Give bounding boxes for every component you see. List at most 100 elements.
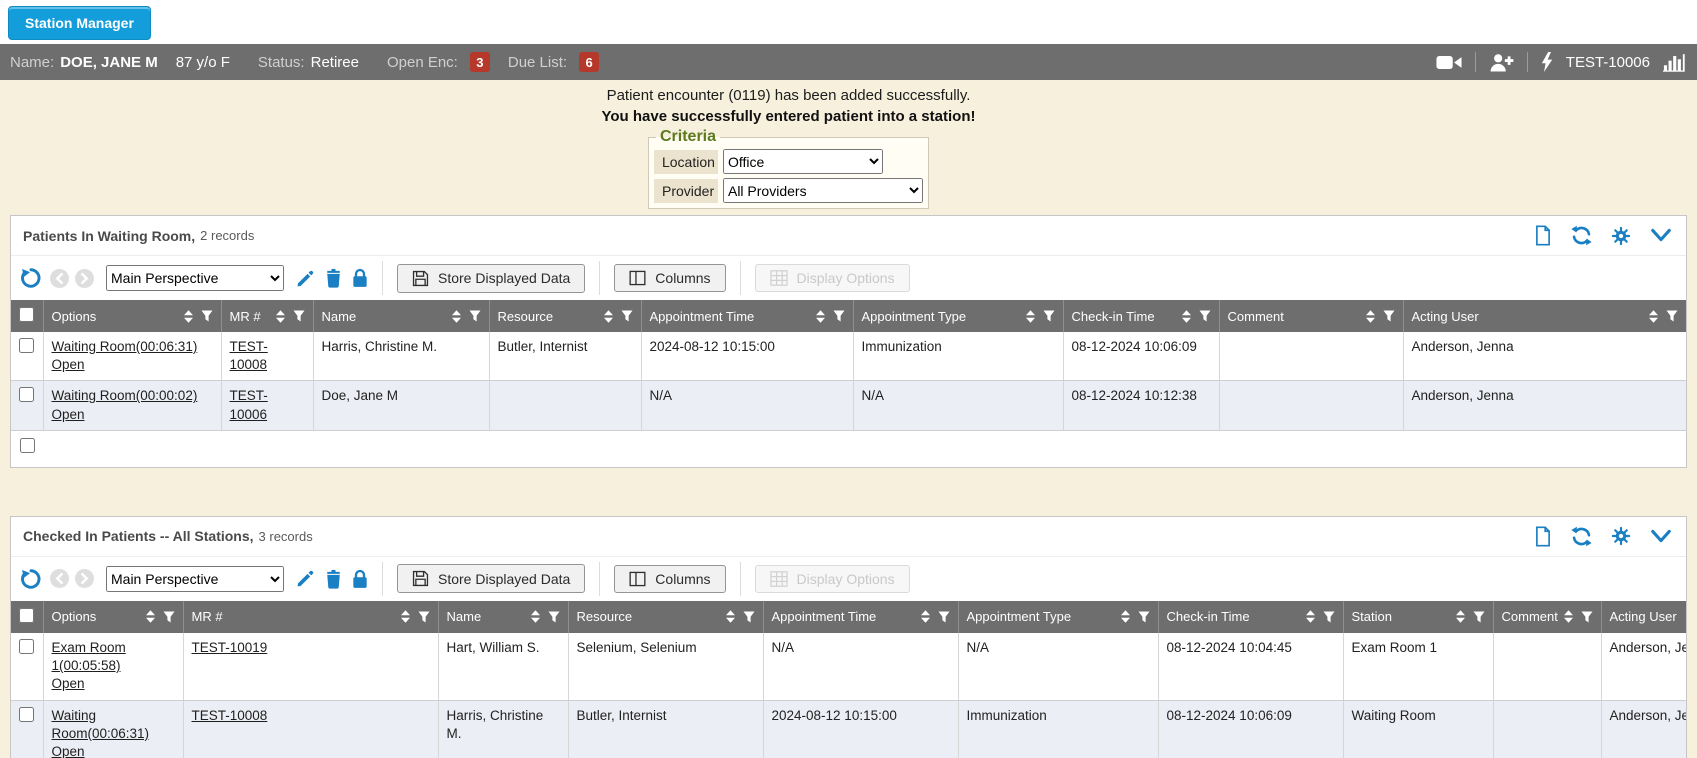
col-header-name[interactable]: Name	[313, 300, 489, 332]
col-header-station[interactable]: Station	[1343, 601, 1493, 633]
refresh-icon[interactable]	[1571, 526, 1592, 547]
collapse-chevron-icon[interactable]	[1650, 228, 1672, 243]
columns-button[interactable]: Columns	[614, 565, 725, 593]
sort-icon[interactable]	[452, 310, 461, 323]
filter-icon[interactable]	[1138, 611, 1150, 623]
collapse-chevron-icon[interactable]	[1650, 529, 1672, 544]
perspective-select[interactable]: Main Perspective	[106, 265, 284, 291]
sort-icon[interactable]	[146, 610, 155, 623]
col-header-acting-user[interactable]: Acting User	[1601, 601, 1686, 633]
sort-icon[interactable]	[726, 610, 735, 623]
store-displayed-data-button[interactable]: Store Displayed Data	[397, 564, 585, 593]
row-checkbox[interactable]	[19, 338, 34, 353]
due-list-badge[interactable]: 6	[579, 52, 599, 72]
col-header-appointment-time[interactable]: Appointment Time	[641, 300, 853, 332]
filter-icon[interactable]	[163, 611, 175, 623]
filter-icon[interactable]	[1043, 310, 1055, 322]
open-link[interactable]: Open	[52, 675, 85, 693]
delete-trash-icon[interactable]	[325, 569, 342, 589]
mr-number-link[interactable]: TEST-10006	[230, 387, 305, 423]
row-checkbox[interactable]	[19, 387, 34, 402]
station-time-link[interactable]: Waiting Room(00:06:31)	[52, 338, 198, 356]
sort-icon[interactable]	[276, 310, 285, 323]
footer-select-checkbox[interactable]	[20, 438, 35, 453]
filter-icon[interactable]	[1581, 611, 1593, 623]
sort-icon[interactable]	[531, 610, 540, 623]
sort-icon[interactable]	[1456, 610, 1465, 623]
col-header-appointment-time[interactable]: Appointment Time	[763, 601, 958, 633]
perspective-select[interactable]: Main Perspective	[106, 566, 284, 592]
filter-icon[interactable]	[833, 310, 845, 322]
undo-icon[interactable]	[20, 568, 42, 590]
open-link[interactable]: Open	[52, 743, 85, 758]
lightning-icon[interactable]	[1541, 52, 1553, 72]
filter-icon[interactable]	[548, 611, 560, 623]
station-time-link[interactable]: Exam Room 1(00:05:58)	[52, 639, 175, 675]
filter-icon[interactable]	[938, 611, 950, 623]
filter-icon[interactable]	[201, 310, 213, 322]
col-header-comment[interactable]: Comment	[1219, 300, 1403, 332]
col-header-name[interactable]: Name	[438, 601, 568, 633]
col-header-options[interactable]: Options	[43, 601, 183, 633]
row-checkbox[interactable]	[19, 639, 34, 654]
sort-icon[interactable]	[1649, 310, 1658, 323]
filter-icon[interactable]	[1383, 310, 1395, 322]
filter-icon[interactable]	[743, 611, 755, 623]
col-header-resource[interactable]: Resource	[489, 300, 641, 332]
open-link[interactable]: Open	[52, 356, 85, 374]
col-header-mr[interactable]: MR #	[183, 601, 438, 633]
col-header-acting-user[interactable]: Acting User	[1403, 300, 1686, 332]
col-header-options[interactable]: Options	[43, 300, 221, 332]
gear-icon[interactable]	[1611, 226, 1631, 246]
location-select[interactable]: Office	[723, 149, 883, 174]
station-time-link[interactable]: Waiting Room(00:00:02)	[52, 387, 198, 405]
col-header-appointment-type[interactable]: Appointment Type	[853, 300, 1063, 332]
filter-icon[interactable]	[293, 310, 305, 322]
new-document-icon[interactable]	[1534, 225, 1552, 246]
open-link[interactable]: Open	[52, 406, 85, 424]
filter-icon[interactable]	[469, 310, 481, 322]
sort-icon[interactable]	[1121, 610, 1130, 623]
sort-icon[interactable]	[921, 610, 930, 623]
bar-chart-icon[interactable]	[1663, 53, 1687, 72]
col-header-mr[interactable]: MR #	[221, 300, 313, 332]
undo-icon[interactable]	[20, 267, 42, 289]
columns-button[interactable]: Columns	[614, 264, 725, 292]
filter-icon[interactable]	[1323, 611, 1335, 623]
select-all-checkbox[interactable]	[19, 608, 34, 623]
new-document-icon[interactable]	[1534, 526, 1552, 547]
previous-perspective-button[interactable]	[50, 269, 69, 288]
edit-pencil-icon[interactable]	[296, 569, 315, 588]
delete-trash-icon[interactable]	[325, 268, 342, 288]
tab-station-manager[interactable]: Station Manager	[8, 6, 151, 40]
filter-icon[interactable]	[1199, 310, 1211, 322]
filter-icon[interactable]	[418, 611, 430, 623]
add-person-icon[interactable]	[1489, 53, 1514, 72]
sort-icon[interactable]	[1026, 310, 1035, 323]
lock-icon[interactable]	[352, 268, 368, 288]
sort-icon[interactable]	[604, 310, 613, 323]
sort-icon[interactable]	[1564, 610, 1573, 623]
col-header-comment[interactable]: Comment	[1493, 601, 1601, 633]
sort-icon[interactable]	[184, 310, 193, 323]
mr-number-link[interactable]: TEST-10019	[192, 639, 268, 657]
sort-icon[interactable]	[1366, 310, 1375, 323]
edit-pencil-icon[interactable]	[296, 269, 315, 288]
sort-icon[interactable]	[401, 610, 410, 623]
col-header-resource[interactable]: Resource	[568, 601, 763, 633]
refresh-icon[interactable]	[1571, 225, 1592, 246]
lock-icon[interactable]	[352, 569, 368, 589]
sort-icon[interactable]	[1182, 310, 1191, 323]
sort-icon[interactable]	[816, 310, 825, 323]
col-header-appointment-type[interactable]: Appointment Type	[958, 601, 1158, 633]
sort-icon[interactable]	[1306, 610, 1315, 623]
row-checkbox[interactable]	[19, 707, 34, 722]
video-camera-icon[interactable]	[1436, 54, 1462, 71]
filter-icon[interactable]	[1666, 310, 1678, 322]
previous-perspective-button[interactable]	[50, 569, 69, 588]
store-displayed-data-button[interactable]: Store Displayed Data	[397, 264, 585, 293]
gear-icon[interactable]	[1611, 526, 1631, 546]
station-time-link[interactable]: Waiting Room(00:06:31)	[52, 707, 175, 743]
next-perspective-button[interactable]	[75, 569, 94, 588]
filter-icon[interactable]	[621, 310, 633, 322]
